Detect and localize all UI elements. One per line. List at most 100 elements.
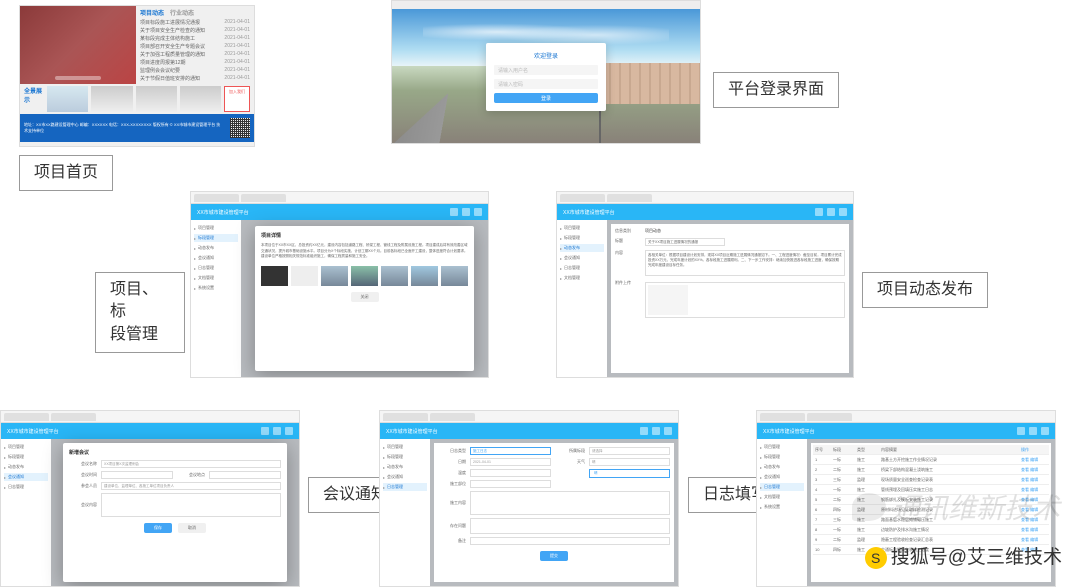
attachment-editor[interactable] [692, 285, 842, 315]
login-button[interactable]: 登录 [494, 93, 598, 103]
attendees-input[interactable]: 建设单位、监理单位、各施工单位项目负责人 [101, 482, 281, 490]
thumb-image [381, 266, 408, 286]
sidebar-item[interactable]: 项目管理 [194, 224, 238, 232]
sidebar-item[interactable]: 动态发布 [760, 463, 804, 471]
sidebar-item[interactable]: 日志管理 [560, 264, 604, 272]
modal-title: 新增会议 [69, 449, 281, 456]
temperature-input[interactable] [470, 469, 551, 477]
sidebar-item[interactable]: 文档管理 [760, 493, 804, 501]
thumb-image [291, 266, 318, 286]
log-type-select[interactable]: 施工日志 [470, 447, 551, 455]
sidebar-item[interactable]: 动态发布 [560, 244, 604, 252]
modal-title: 项目详情 [261, 232, 468, 239]
meeting-content-textarea[interactable] [101, 493, 281, 517]
sohu-watermark: S搜狐号@艾三维技术 [865, 542, 1062, 569]
sidebar-item[interactable]: 标段管理 [760, 453, 804, 461]
thumb-image [351, 266, 378, 286]
meeting-location-input[interactable] [209, 471, 281, 479]
thumb-image [441, 266, 468, 286]
label-project-mgmt: 项目、标 段管理 [95, 272, 185, 353]
platform-title: XX市城市建设管理平台 [763, 428, 815, 435]
sidebar-item[interactable]: 会议通知 [194, 254, 238, 262]
section-select[interactable]: 请选择 [589, 447, 670, 455]
project-detail-modal: 项目详情 本项目位于XX市XX区，总投资约XX亿元，建设内容包括道路工程、桥梁工… [255, 226, 474, 371]
sidebar-item[interactable]: 项目管理 [560, 224, 604, 232]
cancel-button[interactable]: 取消 [178, 523, 206, 533]
sidebar-item[interactable]: 项目管理 [4, 443, 48, 451]
portal-hero-image [20, 6, 136, 84]
sidebar-item[interactable]: 会议通知 [383, 473, 427, 481]
table-row[interactable]: 2二标施工桥梁下部结构混凝土浇筑施工查看 编辑 [813, 465, 1049, 475]
thumb-image [411, 266, 438, 286]
save-button[interactable]: 保存 [144, 523, 172, 533]
meeting-modal: 新增会议 会议名称 XX项目第X次监理例会 会议时间 会议地点 参会人员 建设单… [63, 443, 287, 582]
meeting-name-input[interactable]: XX项目第X次监理例会 [101, 460, 281, 468]
weather-select[interactable]: 晴 [589, 458, 670, 466]
sidebar-item[interactable]: 日志管理 [4, 483, 48, 491]
platform-title: XX市城市建设管理平台 [7, 428, 59, 435]
sidebar-item[interactable]: 标段管理 [560, 234, 604, 242]
table-row[interactable]: 1一标施工路基土方开挖施工作业情况记录查看 编辑 [813, 455, 1049, 465]
showcase-image [47, 86, 88, 112]
sidebar-item[interactable]: 日志管理 [383, 483, 427, 491]
sidebar-item[interactable]: 会议通知 [4, 473, 48, 481]
sidebar-item[interactable]: 日志管理 [194, 264, 238, 272]
modal-body-text: 本项目位于XX市XX区，总投资约XX亿元，建设内容包括道路工程、桥梁工程、管线工… [261, 243, 468, 260]
log-fill-screenshot: XX市城市建设管理平台 项目管理 标段管理 动态发布 会议通知 日志管理 日志类… [379, 410, 679, 587]
sidebar-item[interactable]: 动态发布 [194, 244, 238, 252]
position-input[interactable] [470, 480, 551, 488]
sidebar-item[interactable]: 系统设置 [194, 284, 238, 292]
login-screenshot: 欢迎登录 请输入用户名 请输入密码 登录 [391, 0, 701, 144]
showcase-image [91, 86, 132, 112]
remark-input[interactable] [470, 537, 670, 545]
label-dynamic-publish: 项目动态发布 [862, 272, 988, 308]
sidebar-item[interactable]: 动态发布 [4, 463, 48, 471]
sohu-logo-icon: S [865, 547, 887, 569]
platform-title: XX市城市建设管理平台 [563, 209, 615, 216]
meeting-time-input[interactable] [101, 471, 173, 479]
sidebar-item[interactable]: 标段管理 [194, 234, 238, 242]
sidebar-item[interactable]: 标段管理 [383, 453, 427, 461]
sidebar-item[interactable]: 会议通知 [760, 473, 804, 481]
close-button[interactable]: 关闭 [351, 292, 379, 302]
sidebar-item[interactable]: 会议通知 [560, 254, 604, 262]
thumb-image [321, 266, 348, 286]
label-login: 平台登录界面 [713, 72, 839, 108]
login-panel: 欢迎登录 请输入用户名 请输入密码 登录 [486, 43, 606, 111]
date-input[interactable]: 2021-04-01 [470, 458, 551, 466]
thumb-image [261, 266, 288, 286]
work-content-textarea[interactable] [470, 491, 670, 515]
news-tab: 行业动态 [170, 8, 194, 17]
dynamic-publish-screenshot: XX市城市建设管理平台 项目管理 标段管理 动态发布 会议通知 日志管理 文档管… [556, 191, 854, 378]
portal-news-panel: 项目动态 行业动态 项目标段施工进展情况通报2021-04-01 关于项目安全生… [136, 6, 254, 84]
username-input[interactable]: 请输入用户名 [494, 65, 598, 75]
table-row[interactable]: 3三标监理现场质量安全巡查检查记录表查看 编辑 [813, 475, 1049, 485]
wechat-icon [852, 493, 886, 521]
sidebar-item[interactable]: 标段管理 [4, 453, 48, 461]
sidebar-item[interactable]: 文档管理 [560, 274, 604, 282]
sidebar-item[interactable]: 动态发布 [383, 463, 427, 471]
sidebar-item[interactable]: 项目管理 [383, 443, 427, 451]
sidebar-item[interactable]: 系统设置 [760, 503, 804, 511]
sidebar-item[interactable]: 项目管理 [760, 443, 804, 451]
sidebar-item[interactable]: 日志管理 [760, 483, 804, 491]
log-form: 日志类型施工日志 日期2021-04-01 温度 施工部位 所属标段请选择 天气… [434, 443, 674, 582]
publish-form: 信息类别 项目动态 标题 关于XX项目施工进展情况的通报 内容 各相关单位：根据… [611, 224, 849, 373]
showcase-image [136, 86, 177, 112]
submit-button[interactable]: 提交 [540, 551, 568, 561]
wechat-watermark: 通讯维新技术 [852, 487, 1060, 527]
password-input[interactable]: 请输入密码 [494, 79, 598, 89]
meeting-notice-screenshot: XX市城市建设管理平台 项目管理 标段管理 动态发布 会议通知 日志管理 新增会… [0, 410, 300, 587]
label-portal: 项目首页 [19, 155, 113, 191]
platform-title: XX市城市建设管理平台 [386, 428, 438, 435]
news-tab-active: 项目动态 [140, 8, 164, 17]
showcase-label: 全景展示 [24, 86, 44, 104]
project-mgmt-screenshot: XX市城市建设管理平台 项目管理 标段管理 动态发布 会议通知 日志管理 文档管… [190, 191, 489, 378]
portal-footer-text: 地址：XX市XX路建设管理中心 邮编：XXXXXX 电话：XXX-XXXXXXX… [24, 122, 224, 133]
content-textarea[interactable]: 各相关单位：根据项目建设计划安排，现将XX项目近期施工进展情况通报如下。一、工程… [645, 250, 845, 276]
sidebar: 项目管理 标段管理 动态发布 会议通知 日志管理 文档管理 系统设置 [191, 220, 241, 377]
issues-textarea[interactable] [470, 518, 670, 534]
title-input[interactable]: 关于XX项目施工进展情况的通报 [645, 238, 725, 246]
sidebar-item[interactable]: 文档管理 [194, 274, 238, 282]
qr-code-icon [230, 118, 250, 138]
